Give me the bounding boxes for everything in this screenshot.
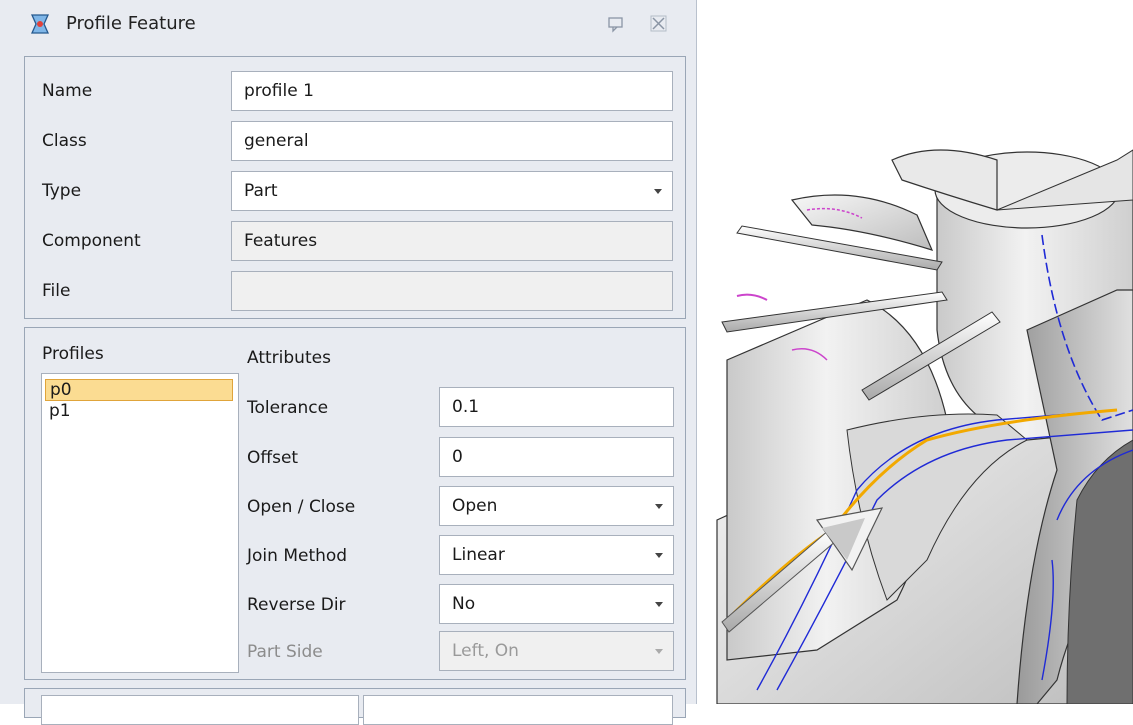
tolerance-field[interactable]: 0.1 [439,387,674,427]
bottom-right-control[interactable] [363,695,673,725]
part-side-label: Part Side [247,642,323,662]
component-label: Component [42,231,141,251]
reverse-dir-value: No [452,594,476,614]
profile-feature-icon [30,14,50,34]
properties-group: Name profile 1 Class general Type Part C… [24,56,686,319]
3d-viewport[interactable] [697,0,1133,704]
profiles-group: Profiles p0 p1 Attributes Tolerance 0.1 … [24,327,686,680]
chevron-down-icon [655,553,663,558]
offset-field[interactable]: 0 [439,437,674,477]
attributes-header: Attributes [247,348,331,368]
offset-label: Offset [247,448,299,468]
panel-titlebar: Profile Feature [0,0,697,48]
reverse-dir-select[interactable]: No [439,584,674,624]
part-side-value: Left, On [452,641,519,661]
join-method-label: Join Method [247,546,348,566]
class-label: Class [42,131,87,151]
join-method-select[interactable]: Linear [439,535,674,575]
profiles-list[interactable]: p0 p1 [41,373,239,673]
class-field[interactable]: general [231,121,673,161]
chevron-down-icon [655,504,663,509]
profile-feature-panel: Profile Feature Name profile 1 Class gen… [0,0,697,725]
file-field [231,271,673,311]
chevron-down-icon [654,189,662,194]
file-label: File [42,281,71,301]
bottom-left-control[interactable] [41,695,359,725]
impeller-model[interactable] [697,0,1133,704]
panel-title: Profile Feature [66,13,196,34]
open-close-value: Open [452,496,498,516]
chevron-down-icon [655,649,663,654]
component-field: Features [231,221,673,261]
bottom-group [24,688,686,725]
name-label: Name [42,81,93,101]
join-method-value: Linear [452,545,505,565]
name-field[interactable]: profile 1 [231,71,673,111]
part-side-select: Left, On [439,631,674,671]
pin-icon[interactable] [605,14,627,34]
list-item[interactable]: p0 [45,379,233,401]
type-select[interactable]: Part [231,171,673,211]
tolerance-label: Tolerance [247,398,329,418]
open-close-label: Open / Close [247,497,356,517]
type-select-value: Part [244,181,278,201]
close-icon[interactable] [648,14,670,34]
type-label: Type [42,181,82,201]
open-close-select[interactable]: Open [439,486,674,526]
profiles-header: Profiles [42,344,104,364]
list-item[interactable]: p1 [45,401,233,423]
chevron-down-icon [655,602,663,607]
reverse-dir-label: Reverse Dir [247,595,346,615]
